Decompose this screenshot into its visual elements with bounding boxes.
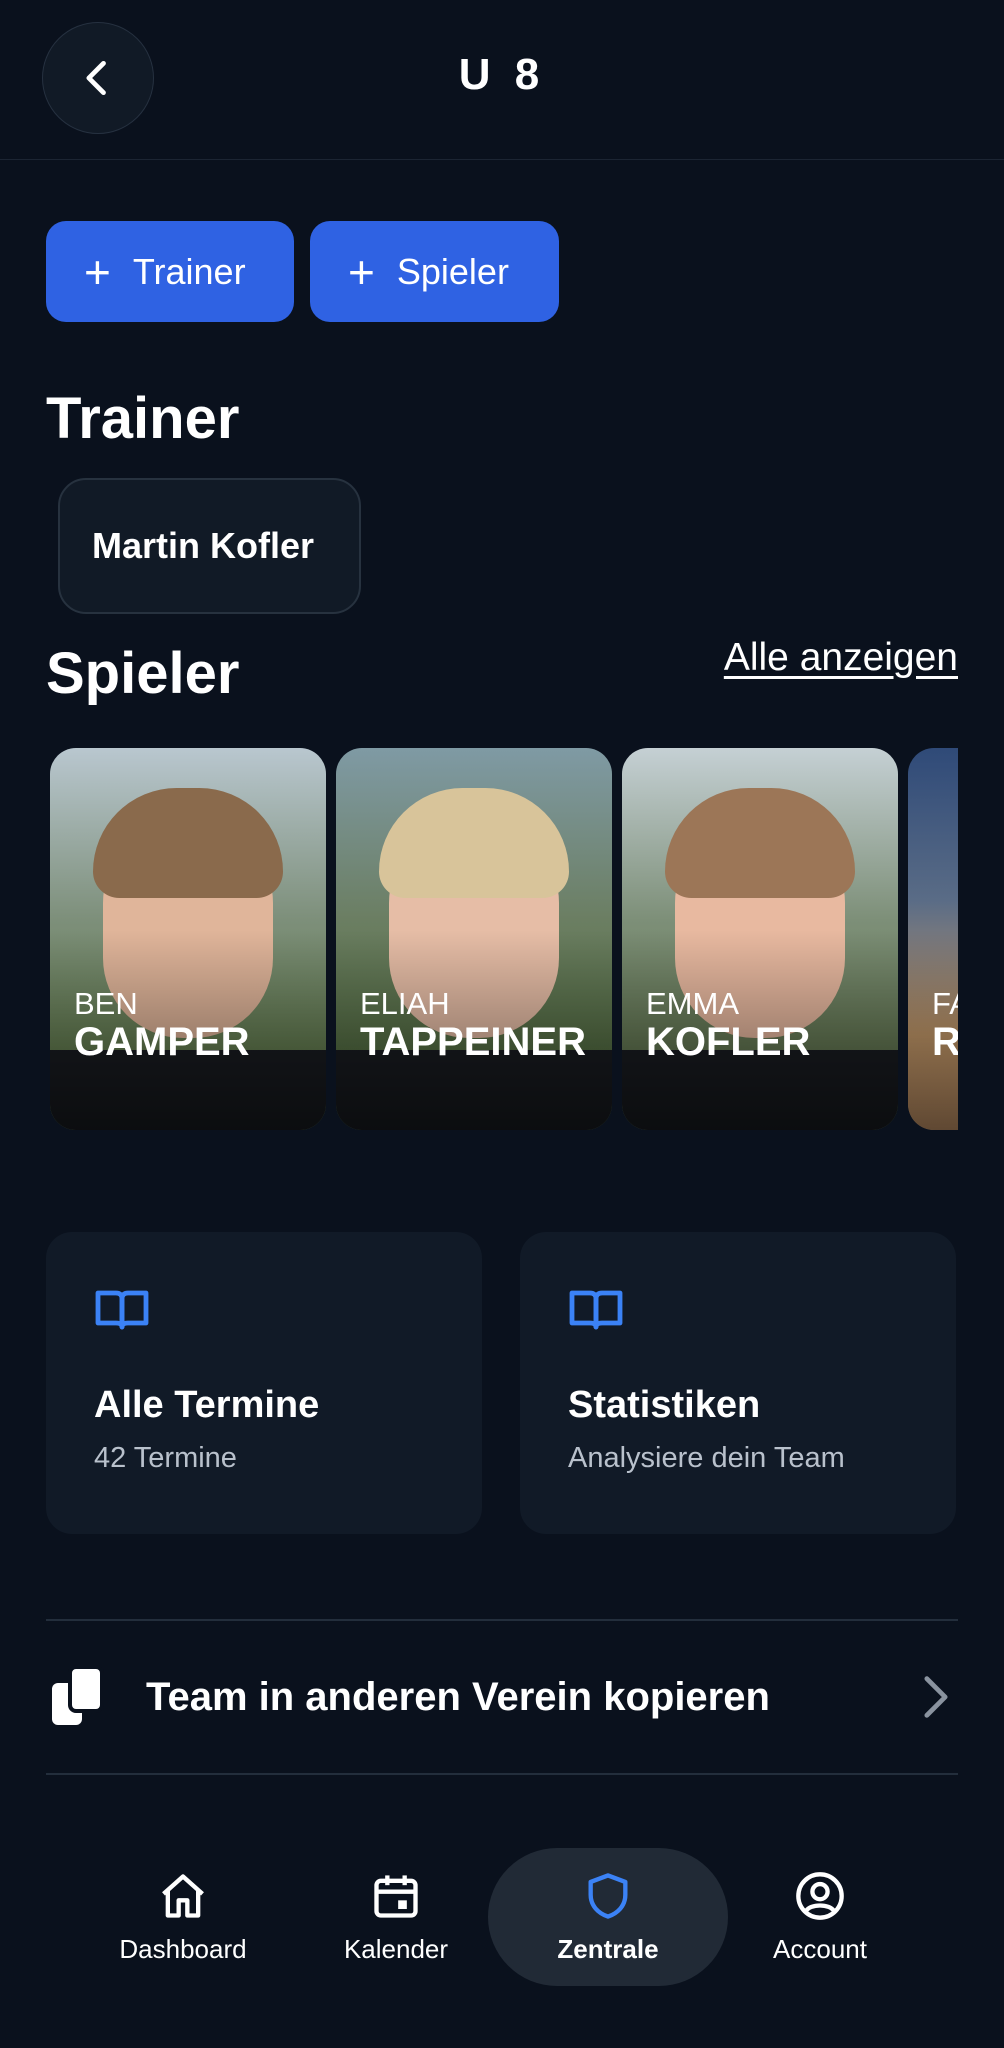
trainer-chip[interactable]: Martin Kofler — [58, 478, 361, 614]
nav-label: Kalender — [343, 1933, 449, 1964]
copy-team-row[interactable]: Team in anderen Verein kopieren — [46, 1622, 958, 1772]
add-spieler-label: Spieler — [396, 250, 509, 292]
divider — [46, 1619, 958, 1621]
player-first-name: BEN — [74, 986, 138, 1021]
player-last-name: KOFLER — [646, 1020, 811, 1064]
user-circle-icon — [796, 1871, 844, 1920]
trainer-heading: Trainer — [46, 386, 240, 451]
player-card[interactable]: BEN GAMPER — [50, 748, 326, 1130]
tile-title: Statistiken — [568, 1384, 761, 1426]
player-first-name: EMMA — [646, 986, 739, 1021]
statistics-tile[interactable]: Statistiken Analysiere dein Team — [520, 1232, 956, 1534]
top-bar: U 8 — [0, 0, 1004, 160]
player-last-name: TAPPEINER — [360, 1020, 586, 1064]
player-first-name: FA — [932, 986, 958, 1021]
player-first-name: ELIAH — [360, 986, 450, 1021]
plus-icon: + — [84, 245, 111, 298]
copy-team-label: Team in anderen Verein kopieren — [146, 1674, 770, 1719]
tile-title: Alle Termine — [94, 1384, 320, 1426]
divider — [46, 1773, 958, 1775]
show-all-link[interactable]: Alle anzeigen — [724, 636, 958, 680]
trainer-name: Martin Kofler — [92, 525, 315, 566]
home-icon — [162, 1873, 204, 1918]
player-last-name: GAMPER — [74, 1020, 250, 1064]
tile-subtitle: Analysiere dein Team — [568, 1442, 845, 1474]
nav-label: Account — [773, 1933, 867, 1964]
spieler-heading: Spieler — [46, 641, 240, 706]
add-trainer-label: Trainer — [132, 250, 246, 292]
add-trainer-button[interactable]: + Trainer — [46, 221, 294, 322]
chevron-right-icon — [924, 1676, 948, 1718]
bottom-nav: Dashboard Kalender Zentrale Account — [0, 1830, 1004, 2048]
nav-label: Zentrale — [557, 1933, 659, 1964]
tile-subtitle: 42 Termine — [94, 1442, 237, 1474]
player-last-name: R — [932, 1020, 958, 1064]
add-spieler-button[interactable]: + Spieler — [310, 221, 559, 322]
player-card[interactable]: EMMA KOFLER — [622, 748, 898, 1130]
book-open-icon — [569, 1290, 623, 1330]
calendar-icon — [374, 1874, 418, 1918]
nav-zentrale[interactable]: Zentrale — [488, 1848, 728, 1986]
all-appointments-tile[interactable]: Alle Termine 42 Termine — [46, 1232, 482, 1534]
nav-label: Dashboard — [119, 1933, 247, 1964]
plus-icon: + — [348, 245, 375, 298]
player-carousel[interactable]: BEN GAMPER ELIAH TAPPEINER EMMA KOFLER F… — [50, 748, 958, 1130]
nav-kalender[interactable]: Kalender — [276, 1848, 516, 1986]
page-title: U 8 — [458, 50, 546, 99]
player-card[interactable]: ELIAH TAPPEINER — [336, 748, 612, 1130]
shield-icon — [588, 1872, 628, 1919]
nav-dashboard[interactable]: Dashboard — [63, 1848, 303, 1986]
book-open-icon — [95, 1290, 149, 1330]
nav-account[interactable]: Account — [700, 1848, 940, 1986]
copy-icon — [52, 1665, 104, 1725]
player-card[interactable]: FA R — [908, 748, 958, 1130]
